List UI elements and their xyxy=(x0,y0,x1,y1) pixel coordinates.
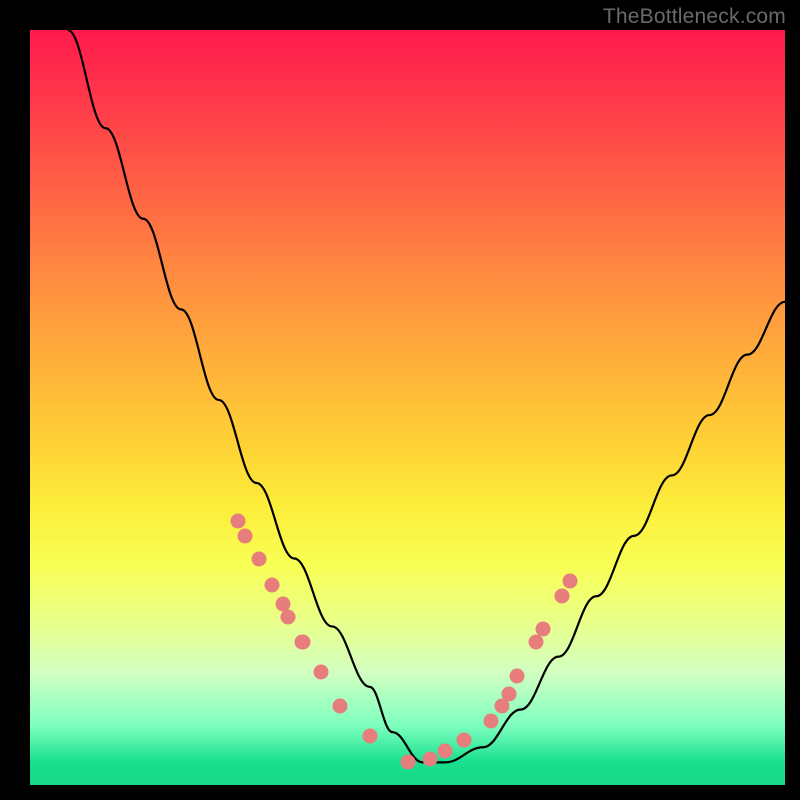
data-dot-right xyxy=(562,574,577,589)
data-dot-right xyxy=(457,732,472,747)
data-dot-left xyxy=(251,551,266,566)
curve-svg xyxy=(30,30,785,785)
data-dot-right xyxy=(536,621,551,636)
data-dot-right xyxy=(502,687,517,702)
data-dot-left xyxy=(230,513,245,528)
data-dot-right xyxy=(509,668,524,683)
data-dot-right xyxy=(400,755,415,770)
data-dot-right xyxy=(555,589,570,604)
data-dot-left xyxy=(313,664,328,679)
chart-frame: TheBottleneck.com xyxy=(0,0,800,800)
data-dot-left xyxy=(362,728,377,743)
data-dot-right xyxy=(438,744,453,759)
data-dot-left xyxy=(264,577,279,592)
data-dot-left xyxy=(332,698,347,713)
plot-area xyxy=(30,30,785,785)
bottleneck-curve xyxy=(68,30,785,762)
watermark-text: TheBottleneck.com xyxy=(603,5,786,29)
data-dot-right xyxy=(483,713,498,728)
data-dot-right xyxy=(528,634,543,649)
data-dot-right xyxy=(423,751,438,766)
data-dot-left xyxy=(238,528,253,543)
data-dot-left xyxy=(296,634,311,649)
data-dot-left xyxy=(281,609,296,624)
